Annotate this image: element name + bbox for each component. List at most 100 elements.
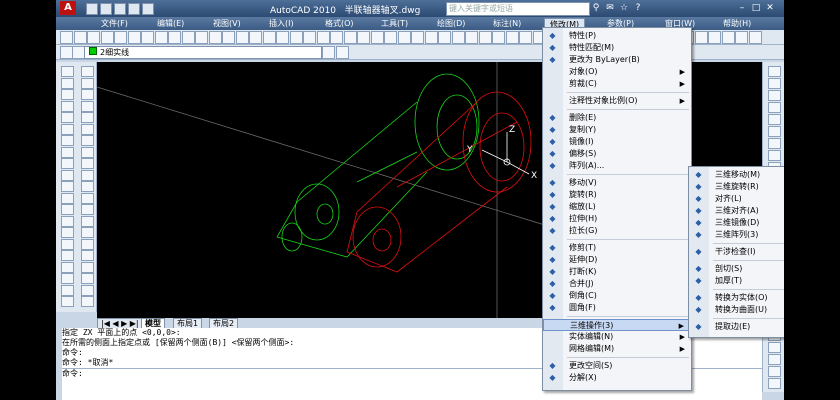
toolbar-button-icon[interactable] [208, 31, 222, 44]
toolbar-button-icon[interactable] [181, 31, 195, 44]
menu-item[interactable]: ◆ 提取边(E) [689, 321, 784, 333]
menu-item[interactable]: ◆ 三维移动(M) [689, 169, 784, 181]
menu-item[interactable]: ◆ 打断(K) [543, 266, 691, 278]
menu-item[interactable]: ◆ 旋转(R) [543, 189, 691, 201]
search-input[interactable]: 键入关键字或短语 [446, 2, 590, 16]
tool-icon[interactable] [81, 227, 94, 238]
tool-icon[interactable] [81, 169, 94, 181]
redo-icon[interactable] [142, 3, 154, 15]
toolbar-button-icon[interactable] [735, 31, 748, 44]
tool-icon[interactable] [81, 158, 94, 169]
tool-icon[interactable] [61, 169, 74, 181]
tool-icon[interactable] [81, 284, 94, 296]
menu-item[interactable]: ◆ 偏移(S) [543, 148, 691, 160]
tool-icon[interactable] [61, 215, 74, 227]
menu-item[interactable]: ◆ 加厚(T) [689, 275, 784, 287]
tool-icon[interactable] [61, 296, 74, 307]
toolbar-button-icon[interactable] [748, 31, 762, 44]
tool-icon[interactable] [81, 112, 94, 123]
menu-item[interactable]: ◆ 修剪(T) [543, 242, 691, 254]
toolbar-button-icon[interactable] [721, 31, 735, 44]
menu-item[interactable]: ◆ 转换为实体(O) [689, 292, 784, 304]
toolbar-button-icon[interactable] [141, 31, 154, 44]
tool-icon[interactable] [61, 100, 74, 112]
save-icon[interactable] [114, 3, 126, 15]
tool-icon[interactable] [61, 273, 74, 284]
toolbar-button-icon[interactable] [330, 31, 343, 44]
menu-item[interactable]: 剪裁(C) ▶ [543, 78, 691, 90]
menu-item[interactable]: ◆ 拉长(G) [543, 225, 691, 237]
toolbar-button-icon[interactable] [235, 31, 249, 44]
tool-icon[interactable] [81, 261, 94, 273]
menu-5[interactable]: 工具(T) [376, 18, 413, 29]
tool-icon[interactable] [81, 100, 94, 112]
toolbar-button-icon[interactable] [303, 31, 316, 44]
dimension-tool-icon[interactable] [768, 102, 781, 113]
maximize-icon[interactable]: □ [750, 2, 762, 14]
tool-icon[interactable] [81, 89, 94, 100]
menu-item[interactable]: ◆ 对齐(L) [689, 193, 784, 205]
communication-center-icon[interactable]: ✉ [604, 2, 616, 14]
dimension-tool-icon[interactable] [768, 150, 781, 161]
tool-icon[interactable] [61, 135, 74, 146]
menu-7[interactable]: 标注(N) [488, 18, 526, 29]
toolbar-button-icon[interactable] [100, 31, 114, 44]
tool-icon[interactable] [61, 146, 74, 158]
layer-select[interactable]: 2细实线 [84, 46, 322, 59]
toolbar-button-icon[interactable] [249, 31, 262, 44]
tool-icon[interactable] [81, 146, 94, 158]
tool-icon[interactable] [81, 123, 94, 135]
menu-item[interactable]: ◆ 延伸(D) [543, 254, 691, 266]
toolbar-button-icon[interactable] [289, 31, 303, 44]
tool-icon[interactable] [61, 158, 74, 169]
tool-icon[interactable] [81, 77, 94, 89]
menu-6[interactable]: 绘图(D) [432, 18, 470, 29]
menu-item[interactable]: ◆ 特性(P) [543, 30, 691, 42]
tool-icon[interactable] [61, 112, 74, 123]
toolbar-button-icon[interactable] [519, 31, 532, 44]
tool-icon[interactable] [81, 296, 94, 307]
dimension-tool-icon[interactable] [768, 378, 781, 389]
menu-item[interactable]: 对象(O) ▶ [543, 66, 691, 78]
menu-4[interactable]: 格式(O) [320, 18, 359, 29]
tool-icon[interactable] [81, 250, 94, 261]
menu-item[interactable]: ◆ 三维对齐(A) [689, 205, 784, 217]
dimension-tool-icon[interactable] [768, 114, 781, 125]
toolbar-button-icon[interactable] [357, 31, 370, 44]
toolbar-button-icon[interactable] [262, 31, 276, 44]
toolbar-button-icon[interactable] [397, 31, 411, 44]
layer-previous-icon[interactable] [336, 46, 349, 59]
menu-item[interactable]: ◆ 剖切(S) [689, 263, 784, 275]
toolbar-button-icon[interactable] [451, 31, 465, 44]
app-logo-icon[interactable]: A [60, 1, 76, 15]
toolbar-button-icon[interactable] [465, 31, 478, 44]
toolbar-button-icon[interactable] [438, 31, 451, 44]
menu-item[interactable]: ◆ 三维阵列(3) [689, 229, 784, 241]
tool-icon[interactable] [81, 238, 94, 250]
menu-2[interactable]: 视图(V) [208, 18, 246, 29]
tool-icon[interactable] [81, 273, 94, 284]
menu-item[interactable]: ◆ 特性匹配(M) [543, 42, 691, 54]
tool-icon[interactable] [61, 204, 74, 215]
menu-item[interactable]: ◆ 镜像(I) [543, 136, 691, 148]
toolbar-button-icon[interactable] [168, 31, 181, 44]
tool-icon[interactable] [61, 261, 74, 273]
dimension-tool-icon[interactable] [768, 126, 781, 137]
tool-icon[interactable] [81, 204, 94, 215]
menu-item[interactable]: ◆ 移动(V) [543, 177, 691, 189]
toolbar-button-icon[interactable] [195, 31, 208, 44]
dimension-tool-icon[interactable] [768, 90, 781, 101]
tool-icon[interactable] [81, 192, 94, 204]
toolbar-button-icon[interactable] [424, 31, 438, 44]
menu-item[interactable]: ◆ 分解(X) [543, 372, 691, 384]
tool-icon[interactable] [61, 284, 74, 296]
menu-item[interactable]: ◆ 拉伸(H) [543, 213, 691, 225]
tool-icon[interactable] [61, 66, 74, 77]
tool-icon[interactable] [61, 123, 74, 135]
toolbar-button-icon[interactable] [694, 31, 708, 44]
toolbar-button-icon[interactable] [492, 31, 505, 44]
menu-0[interactable]: 文件(F) [96, 18, 133, 29]
menu-item[interactable]: 注释性对象比例(O) ▶ [543, 95, 691, 107]
toolbar-button-icon[interactable] [60, 31, 73, 44]
toolbar-button-icon[interactable] [316, 31, 330, 44]
